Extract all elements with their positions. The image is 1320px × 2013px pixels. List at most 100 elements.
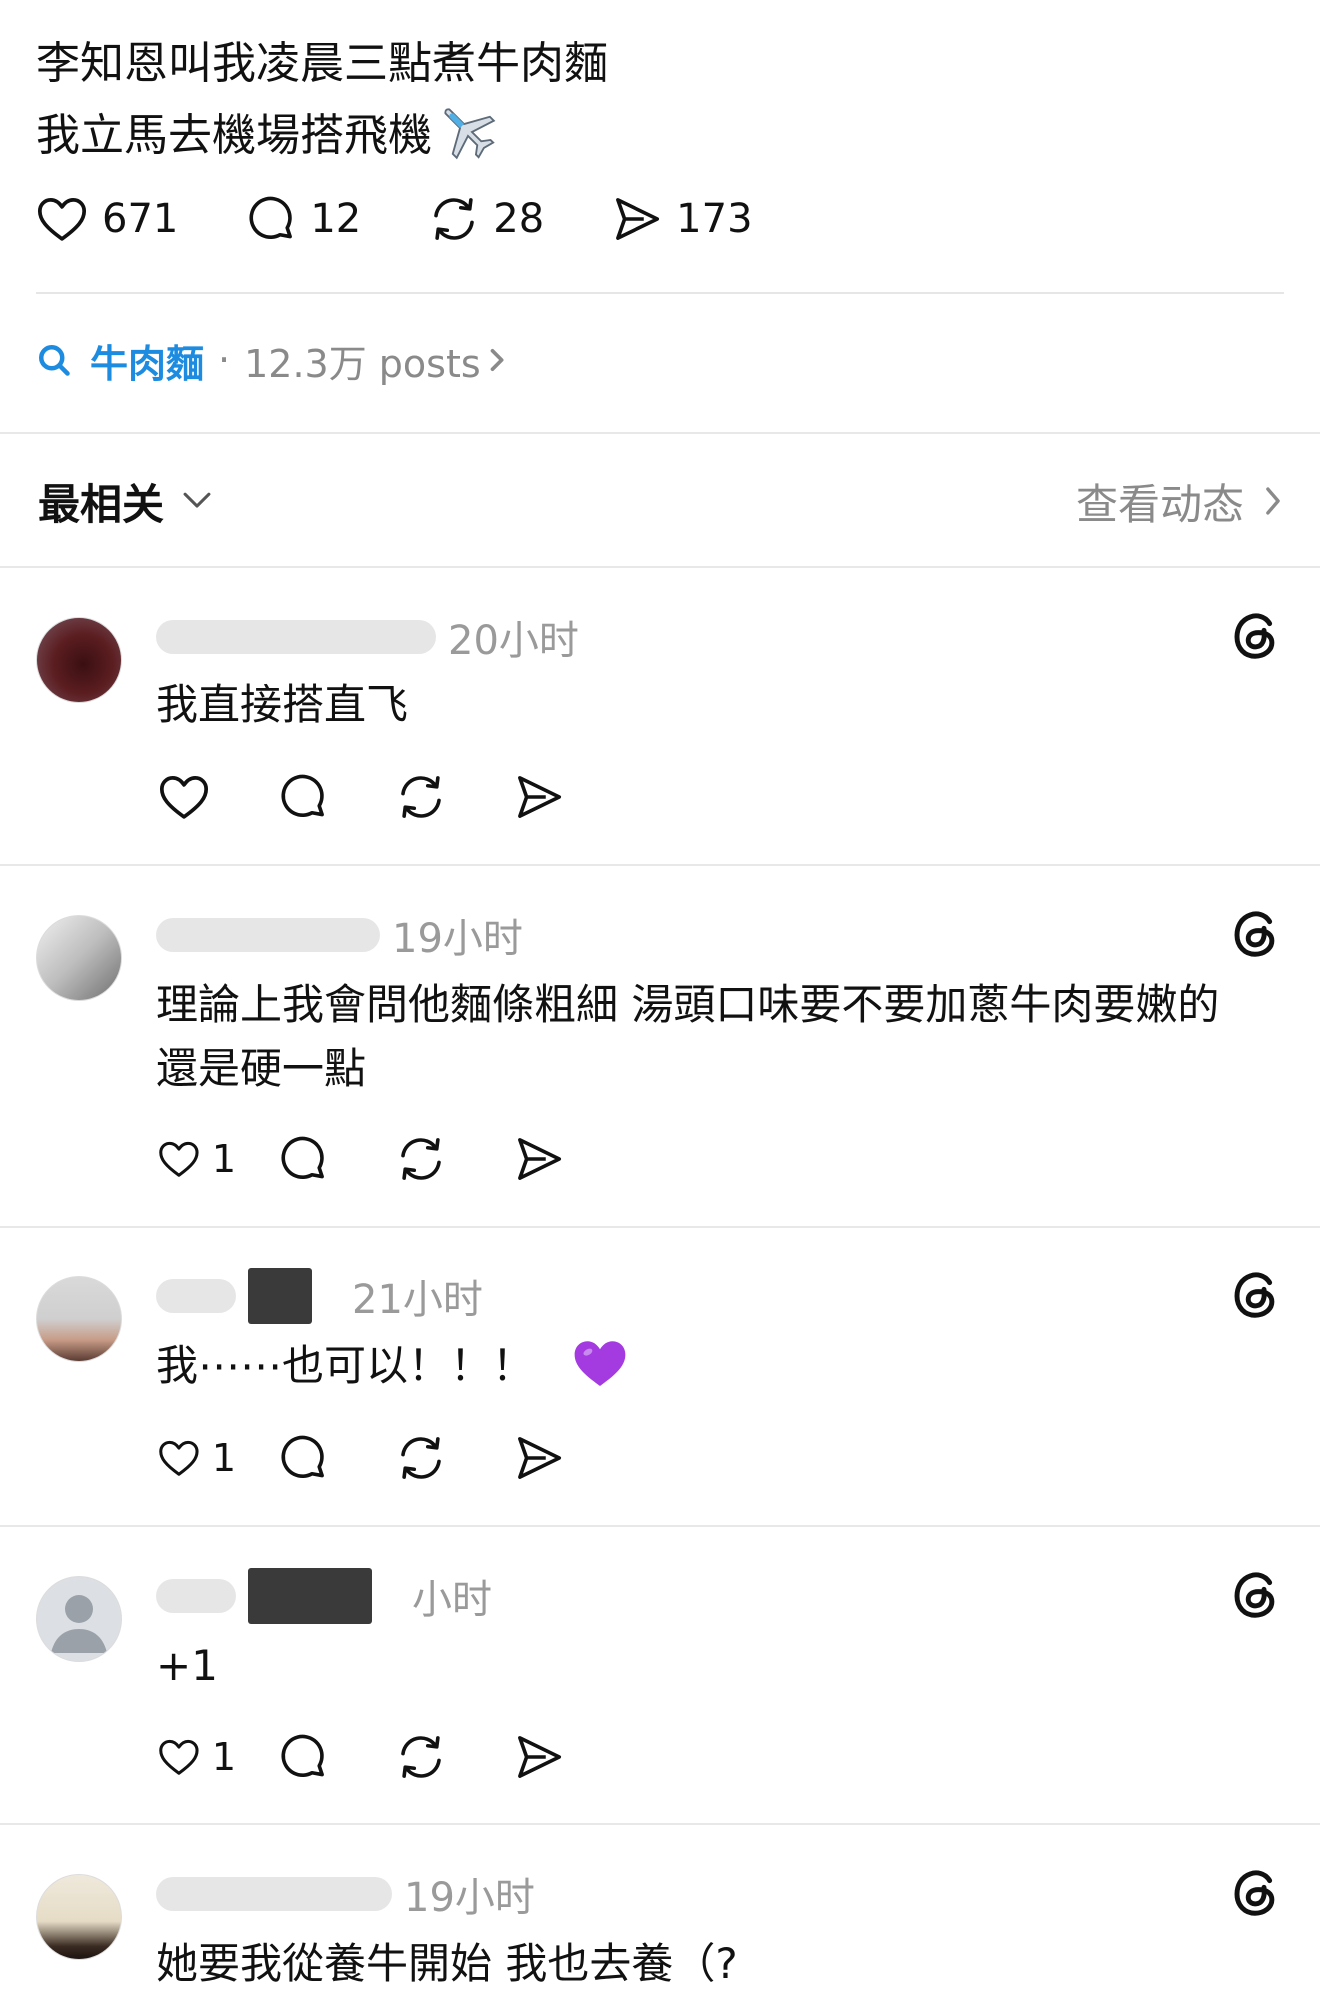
- person-icon: [51, 1595, 107, 1653]
- like-count: 1: [211, 1735, 236, 1779]
- heart-icon: [159, 1141, 199, 1177]
- repost-icon: [401, 1736, 441, 1778]
- like-button[interactable]: 1: [156, 1131, 236, 1187]
- username-blurred[interactable]: [156, 1877, 392, 1911]
- reply-text: 理論上我會問他麵條粗細 湯頭口味要不要加蔥牛肉要嫩的還是硬一點: [156, 980, 1220, 1093]
- comment-icon: [249, 196, 293, 239]
- repost-button[interactable]: [394, 1132, 448, 1186]
- reply-header: 19小时: [156, 909, 523, 962]
- like-button[interactable]: 1: [156, 1430, 236, 1486]
- reply-text: +1: [156, 1641, 218, 1690]
- post-actions: 671 12 28 173: [34, 186, 819, 252]
- section-divider: [0, 432, 1320, 434]
- send-icon: [616, 198, 660, 240]
- section-divider: [0, 566, 1320, 568]
- send-icon: [518, 1437, 562, 1479]
- avatar[interactable]: [36, 915, 122, 1001]
- username-blurred[interactable]: [156, 620, 436, 654]
- share-button[interactable]: [512, 1431, 566, 1485]
- post-line-2-text: 我立馬去機場搭飛機: [36, 110, 432, 161]
- heart-icon: [37, 198, 87, 241]
- threads-logo-icon[interactable]: [1228, 1866, 1282, 1920]
- comment-button[interactable]: [276, 1132, 330, 1186]
- like-count: 671: [102, 196, 179, 242]
- comment-button[interactable]: [276, 770, 330, 824]
- post-line-2: 我立馬去機場搭飛機: [36, 100, 608, 172]
- send-icon: [518, 1736, 562, 1778]
- comment-icon: [281, 1734, 324, 1777]
- reply-text: 我直接搭直飞: [156, 680, 409, 729]
- reply-actions: 1: [156, 1428, 630, 1488]
- topic-tag-row[interactable]: 牛肉麵 · 12.3万 posts: [36, 332, 509, 388]
- share-button[interactable]: 173: [610, 192, 753, 246]
- repost-button[interactable]: [394, 1431, 448, 1485]
- share-button[interactable]: [512, 1730, 566, 1784]
- repost-count: 28: [493, 196, 545, 242]
- sort-label: 最相关: [38, 479, 165, 529]
- like-button[interactable]: 1: [156, 1729, 236, 1785]
- send-icon: [518, 776, 562, 818]
- threads-logo-icon[interactable]: [1228, 907, 1282, 961]
- comment-button[interactable]: [276, 1730, 330, 1784]
- username-blurred[interactable]: [156, 1279, 236, 1313]
- reply-actions: 1: [156, 1129, 630, 1189]
- post-text: 李知恩叫我凌晨三點煮牛肉麵 我立馬去機場搭飛機: [36, 28, 608, 172]
- view-activity-label: 查看动态: [1075, 479, 1244, 529]
- chevron-right-icon: [487, 345, 509, 375]
- comment-count: 12: [310, 196, 362, 242]
- username-blurred[interactable]: [156, 1579, 236, 1613]
- reply-divider: [0, 1525, 1320, 1527]
- reply-divider: [0, 864, 1320, 866]
- heart-icon: [159, 776, 209, 819]
- repost-button[interactable]: [394, 1730, 448, 1784]
- username-blurred[interactable]: [156, 918, 380, 952]
- comment-icon: [281, 774, 324, 817]
- threads-logo-icon[interactable]: [1228, 1268, 1282, 1322]
- send-icon: [518, 1138, 562, 1180]
- comment-button[interactable]: [276, 1431, 330, 1485]
- timestamp: 小时: [412, 1577, 492, 1623]
- redaction-block: [248, 1268, 312, 1324]
- repost-icon: [401, 1437, 441, 1479]
- avatar[interactable]: [36, 1874, 122, 1960]
- avatar[interactable]: [36, 617, 122, 703]
- avatar[interactable]: [36, 1276, 122, 1362]
- reply-header: 小时: [156, 1568, 492, 1624]
- redaction-block: [248, 1568, 372, 1624]
- comment-icon: [281, 1136, 324, 1179]
- reply-actions: [156, 767, 630, 827]
- threads-logo-icon[interactable]: [1228, 1568, 1282, 1622]
- share-button[interactable]: [512, 770, 566, 824]
- topic-tag[interactable]: 牛肉麵: [90, 333, 204, 388]
- repost-button[interactable]: [394, 770, 448, 824]
- topic-separator: ·: [218, 338, 231, 382]
- sort-dropdown[interactable]: 最相关: [38, 471, 214, 532]
- airplane-emoji-icon: [444, 108, 496, 160]
- share-button[interactable]: [512, 1132, 566, 1186]
- repost-button[interactable]: 28: [427, 192, 544, 246]
- reply-header: 20小时: [156, 611, 579, 664]
- timestamp: 20小时: [448, 618, 579, 664]
- chevron-down-icon: [183, 492, 211, 508]
- heart-icon: [159, 1739, 199, 1775]
- reply-text: 她要我從養牛開始 我也去養（?: [156, 1939, 738, 1988]
- like-button[interactable]: 671: [34, 191, 178, 247]
- reply-divider: [0, 1823, 1320, 1825]
- like-count: 1: [211, 1436, 236, 1480]
- threads-logo-icon[interactable]: [1228, 609, 1282, 663]
- default-avatar[interactable]: [36, 1576, 122, 1662]
- reply-header: 19小时: [156, 1868, 535, 1921]
- post-line-1: 李知恩叫我凌晨三點煮牛肉麵: [36, 38, 608, 89]
- search-icon: [36, 342, 72, 378]
- comment-button[interactable]: 12: [244, 192, 361, 246]
- like-button[interactable]: [156, 769, 212, 825]
- divider: [36, 292, 1284, 294]
- chevron-right-icon: [1266, 487, 1280, 515]
- comment-icon: [281, 1435, 324, 1478]
- reply-text-content: 我⋯⋯也可以！！！: [156, 1341, 535, 1390]
- repost-icon: [434, 198, 475, 240]
- view-activity-link[interactable]: 查看动态: [1076, 471, 1284, 532]
- heart-icon: [159, 1440, 199, 1476]
- repost-icon: [401, 776, 441, 818]
- share-count: 173: [676, 196, 753, 242]
